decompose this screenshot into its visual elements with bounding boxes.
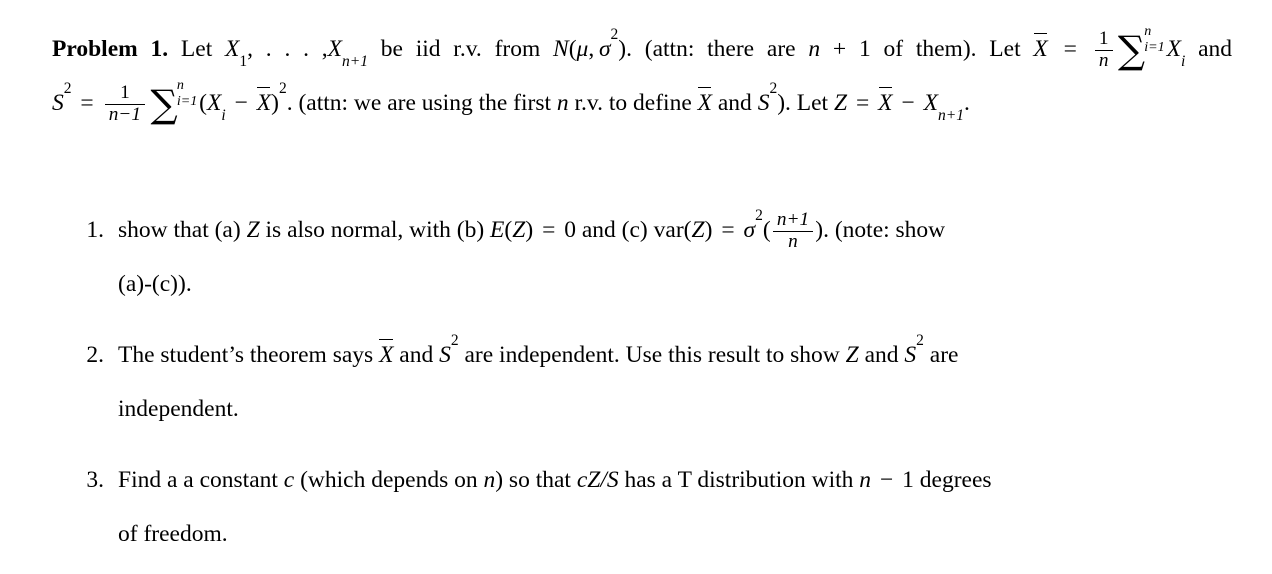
math-normal-dist: N(μ, σ2). <box>553 26 632 62</box>
statement-s2-close: S2). <box>757 80 791 116</box>
item3-line2: of freedom. <box>118 521 228 547</box>
math-xbar-def: X = 1 n ∑ n i=1 Xi <box>1033 23 1185 71</box>
fraction-n-plus-1-over-n: n+1 n <box>772 209 814 253</box>
item3-depends: (which depends on n) so that <box>300 467 571 493</box>
statement-attn-2b: r.v. to define <box>574 90 692 116</box>
math-expectation-z: E(Z) = 0 <box>490 217 576 243</box>
math-variance-z: var(Z) = σ2(n+1 n). <box>653 207 829 253</box>
math-s-squared: S2 <box>439 332 459 368</box>
summation-operator: ∑ n i=1 <box>150 76 198 126</box>
list-item-marker: 3. <box>86 467 104 493</box>
math-z-def: Z = X − Xn+1. <box>833 87 970 125</box>
problem-parts-list: 1. show that (a) Z is also normal, with … <box>52 203 1232 561</box>
item2-text-b: and <box>399 342 434 368</box>
statement-attn-1: (attn: there are n + 1 of them). <box>644 36 977 62</box>
math-z: Z <box>845 342 859 368</box>
fraction-one-over-n-minus-1: 1 n−1 <box>104 82 146 126</box>
math-s2-def: S2 = 1 n−1 ∑ n i=1 (Xi − X)2. <box>52 77 293 125</box>
list-item: 1. show that (a) Z is also normal, with … <box>52 203 1232 311</box>
list-item-body: show that (a) Z is also normal, with (b)… <box>118 203 1232 311</box>
summation-operator: ∑ n i=1 <box>1117 22 1165 72</box>
math-x-list: X1, . . . ,Xn+1 <box>225 36 368 71</box>
math-cz-over-s: cZ/S <box>576 467 619 493</box>
math-z: Z <box>246 217 260 243</box>
document-page: Problem 1. Let X1, . . . ,Xn+1 be iid r.… <box>0 0 1272 574</box>
list-item-marker: 2. <box>86 342 104 368</box>
item2-line2: independent. <box>118 396 239 422</box>
problem-label: Problem 1. <box>52 36 169 62</box>
item1-line2: (a)-(c)). <box>118 271 192 297</box>
item1-text-c: and (c) <box>581 217 648 243</box>
statement-text-2: be iid r.v. from <box>380 36 541 62</box>
item2-text-c: are independent. Use this result to show <box>464 342 840 368</box>
math-xbar: X <box>697 87 712 116</box>
item3-text-e: degrees <box>919 467 992 493</box>
item3-text-a: Find a a constant <box>118 467 278 493</box>
item3-text-d: has a T distribution with <box>624 467 854 493</box>
item2-text-e: are <box>929 342 959 368</box>
item2-text-a: The student’s theorem says <box>118 342 374 368</box>
problem-statement: Problem 1. Let X1, . . . ,Xn+1 be iid r.… <box>52 22 1232 130</box>
item1-text-b: is also normal, with (b) <box>265 217 485 243</box>
statement-attn-2c: and <box>717 90 752 116</box>
math-n-minus-1: n − 1 <box>859 467 914 493</box>
math-xbar: X <box>379 339 394 368</box>
statement-text-4: Let <box>796 90 829 116</box>
statement-and-1: and <box>1198 36 1232 62</box>
item2-text-d: and <box>864 342 899 368</box>
list-item-body: The student’s theorem says X and S2 are … <box>118 328 1232 436</box>
statement-attn-2: (attn: we are using the first n <box>298 90 569 116</box>
fraction-one-over-n: 1n <box>1094 28 1113 72</box>
item1-text-a: show that (a) <box>118 217 241 243</box>
list-item-body: Find a a constant c (which depends on n)… <box>118 453 1232 561</box>
statement-text-3: Let <box>989 36 1021 62</box>
list-item: 3. Find a a constant c (which depends on… <box>52 453 1232 561</box>
statement-text-1: Let <box>180 36 213 62</box>
item1-note: (note: show <box>834 217 946 243</box>
list-item: 2. The student’s theorem says X and S2 a… <box>52 328 1232 436</box>
math-s-squared: S2 <box>904 332 924 368</box>
list-item-marker: 1. <box>86 217 104 243</box>
math-c: c <box>283 467 295 493</box>
